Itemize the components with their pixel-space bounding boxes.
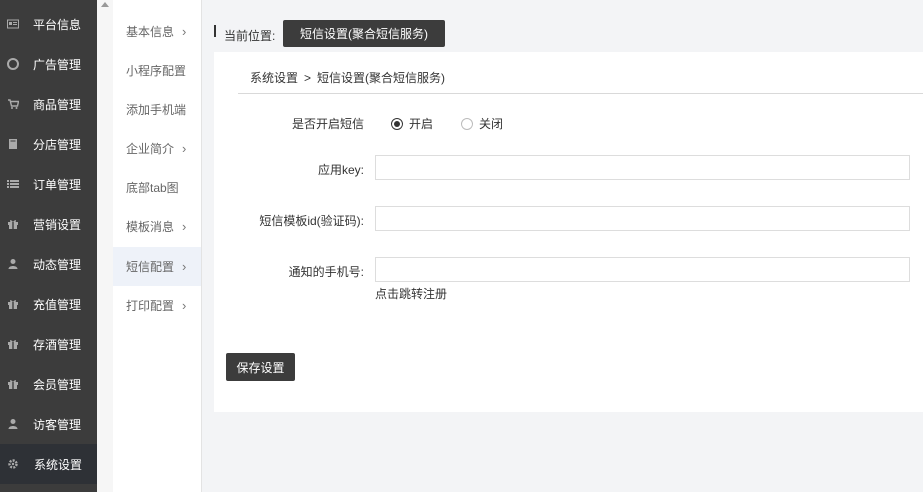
submenu-item-label: 添加手机端 (126, 103, 187, 117)
submenu-item-label: 企业简介 (126, 142, 175, 156)
submenu-item-label: 小程序配置 (126, 64, 187, 78)
sidebar-scrollbar[interactable] (97, 0, 113, 492)
app-key-label: 应用key: (317, 163, 364, 177)
sidebar-item-system-settings[interactable]: 系统设置 (0, 444, 97, 484)
divider (238, 93, 923, 94)
location-label: 当前位置: (224, 29, 276, 43)
book-icon (7, 138, 19, 150)
breadcrumb-parent[interactable]: 系统设置 (250, 71, 298, 85)
notify-phone-input[interactable] (375, 257, 910, 282)
sidebar-item-recharge[interactable]: 充值管理 (0, 284, 97, 324)
gift-icon (7, 298, 19, 310)
save-button[interactable]: 保存设置 (226, 353, 295, 381)
sidebar-item-label: 存酒管理 (33, 337, 82, 352)
chevron-right-icon: › (182, 24, 187, 39)
breadcrumb-current: 短信设置(聚合短信服务) (317, 71, 446, 85)
breadcrumb: 系统设置 > 短信设置(聚合短信服务) (250, 69, 445, 86)
radio-checked-icon (391, 117, 403, 130)
sidebar-item-orders[interactable]: 订单管理 (0, 164, 97, 204)
sidebar-item-platform-info[interactable]: 平台信息 (0, 4, 97, 44)
gift-icon (7, 338, 19, 350)
location-marker (214, 25, 216, 37)
submenu-item-miniprogram-config[interactable]: 小程序配置 (113, 51, 201, 90)
list-icon (7, 178, 19, 190)
submenu-divider (201, 0, 202, 492)
gear-icon (7, 458, 19, 470)
template-id-label: 短信模板id(验证码): (259, 214, 364, 228)
sms-enable-label: 是否开启短信 (291, 117, 364, 131)
submenu-item-label: 短信配置 (126, 260, 175, 274)
sidebar-item-members[interactable]: 会员管理 (0, 364, 97, 404)
submenu-item-label: 基本信息 (126, 25, 175, 39)
life-ring-icon (7, 58, 19, 70)
sidebar-item-marketing[interactable]: 营销设置 (0, 204, 97, 244)
chevron-right-icon: › (182, 141, 187, 156)
app-key-input[interactable] (375, 155, 910, 180)
newspaper-icon (7, 18, 19, 30)
template-id-input[interactable] (375, 206, 910, 231)
sidebar-item-label: 商品管理 (33, 97, 82, 112)
sidebar-item-branches[interactable]: 分店管理 (0, 124, 97, 164)
user-icon (7, 418, 19, 430)
breadcrumb-separator: > (304, 71, 312, 85)
radio-unchecked-icon (461, 117, 473, 130)
submenu-item-basic-info[interactable]: 基本信息 › (113, 12, 201, 51)
submenu-item-print-config[interactable]: 打印配置 › (113, 286, 201, 325)
submenu-item-bottom-tab-image[interactable]: 底部tab图 (113, 168, 201, 207)
radio-sms-on[interactable]: 开启 (391, 115, 433, 132)
submenu-item-label: 打印配置 (126, 299, 175, 313)
notify-phone-label: 通知的手机号: (288, 265, 364, 279)
sidebar-item-label: 会员管理 (33, 377, 82, 392)
user-icon (7, 258, 19, 270)
submenu-item-sms-config[interactable]: 短信配置 › (113, 247, 201, 286)
submenu-item-template-message[interactable]: 模板消息 › (113, 207, 201, 246)
submenu-item-company-intro[interactable]: 企业简介 › (113, 129, 201, 168)
sidebar-item-label: 访客管理 (33, 417, 82, 432)
radio-sms-off[interactable]: 关闭 (461, 115, 503, 132)
sidebar-item-wine-storage[interactable]: 存酒管理 (0, 324, 97, 364)
gift-icon (7, 218, 19, 230)
sidebar-item-ads[interactable]: 广告管理 (0, 44, 97, 84)
sidebar-item-label: 系统设置 (34, 457, 83, 472)
sidebar-item-label: 动态管理 (33, 257, 82, 272)
chevron-right-icon: › (182, 219, 187, 234)
sms-settings-panel: 系统设置 > 短信设置(聚合短信服务) 是否开启短信 开启 关闭 应用key: 短信… (214, 52, 923, 412)
sidebar-item-label: 平台信息 (33, 17, 82, 32)
register-link[interactable]: 点击跳转注册 (375, 285, 447, 302)
gift-icon (7, 378, 19, 390)
settings-submenu: 基本信息 › 小程序配置 添加手机端 企业简介 › 底部tab图 模板消息 › … (113, 0, 201, 492)
sidebar-item-products[interactable]: 商品管理 (0, 84, 97, 124)
location-current-tag: 短信设置(聚合短信服务) (283, 20, 445, 47)
sidebar-item-label: 广告管理 (33, 57, 82, 72)
cart-icon (7, 98, 19, 110)
scroll-up-arrow-icon[interactable] (101, 2, 109, 7)
radio-on-label: 开启 (409, 117, 434, 131)
submenu-item-label: 模板消息 (126, 220, 175, 234)
sidebar-item-label: 分店管理 (33, 137, 82, 152)
chevron-right-icon: › (182, 298, 187, 313)
sidebar-item-moments[interactable]: 动态管理 (0, 244, 97, 284)
sidebar-item-label: 订单管理 (33, 177, 82, 192)
chevron-right-icon: › (182, 259, 187, 274)
sidebar-item-label: 营销设置 (33, 217, 82, 232)
sidebar-item-label: 充值管理 (33, 297, 82, 312)
radio-off-label: 关闭 (479, 117, 504, 131)
sidebar-item-visitors[interactable]: 访客管理 (0, 404, 97, 444)
submenu-item-label: 底部tab图 (126, 181, 179, 195)
main-sidebar: 平台信息 广告管理 商品管理 分店管理 订单管理 营销设置 动态管理 充值管理 … (0, 0, 97, 492)
submenu-item-add-mobile[interactable]: 添加手机端 (113, 90, 201, 129)
